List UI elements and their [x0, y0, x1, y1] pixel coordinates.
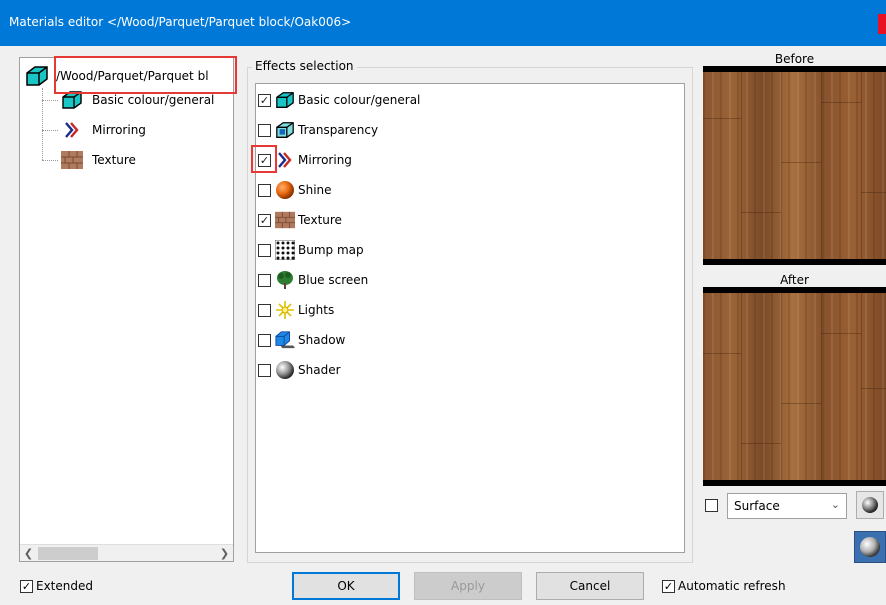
tree-connector — [42, 88, 43, 160]
after-preview — [703, 287, 886, 486]
brick-texture-icon — [275, 210, 295, 230]
effect-label: Shadow — [298, 333, 346, 347]
mirroring-icon — [60, 121, 84, 139]
effect-checkbox[interactable] — [258, 303, 271, 317]
effect-item-shine[interactable]: Shine — [256, 176, 332, 204]
automatic-refresh-option[interactable]: ✓ Automatic refresh — [662, 579, 786, 593]
scroll-left-icon[interactable]: ❮ — [20, 545, 37, 561]
automatic-refresh-label: Automatic refresh — [678, 579, 786, 593]
tree-connector — [42, 160, 58, 161]
cube-icon — [24, 65, 50, 87]
effect-item-bump-map[interactable]: Bump map — [256, 236, 364, 264]
effect-checkbox[interactable] — [258, 273, 271, 287]
highlight-box — [54, 56, 237, 94]
effect-checkbox[interactable] — [258, 123, 271, 137]
render-sphere-button[interactable] — [854, 531, 886, 563]
effect-item-transparency[interactable]: Transparency — [256, 116, 378, 144]
transparency-cube-icon — [275, 120, 295, 140]
orange-sphere-icon — [275, 180, 295, 200]
effect-label: Transparency — [298, 123, 379, 137]
effect-label: Shader — [298, 363, 341, 377]
apply-button[interactable]: Apply — [414, 572, 522, 600]
tree-item-mirroring[interactable]: Mirroring — [60, 118, 146, 142]
window-title: Materials editor </Wood/Parquet/Parquet … — [9, 15, 352, 29]
effect-checkbox[interactable] — [258, 333, 271, 347]
before-preview — [703, 66, 886, 265]
horizontal-scrollbar[interactable]: ❮ ❯ — [20, 544, 233, 561]
chevron-down-icon: ⌄ — [830, 498, 840, 511]
tree-item-label: Texture — [92, 153, 136, 167]
extended-option[interactable]: ✓ Extended — [20, 579, 93, 593]
surface-dropdown[interactable]: Surface ⌄ — [727, 493, 847, 519]
sphere-preview-button[interactable] — [856, 491, 884, 519]
extended-checkbox[interactable]: ✓ — [20, 579, 33, 593]
wood-texture-image — [703, 72, 886, 259]
effect-label: Shine — [298, 183, 332, 197]
effect-label: Texture — [298, 213, 342, 227]
tree-item-texture[interactable]: Texture — [60, 148, 136, 172]
effect-label: Basic colour/general — [298, 93, 421, 107]
tree-item-label: Mirroring — [92, 123, 146, 137]
cancel-button[interactable]: Cancel — [536, 572, 644, 600]
effect-checkbox[interactable] — [258, 363, 271, 377]
wood-texture-image — [703, 293, 886, 480]
tree-connector — [42, 130, 58, 131]
effect-label: Bump map — [298, 243, 364, 257]
sphere-icon — [859, 536, 881, 558]
shadow-cube-icon — [275, 330, 295, 350]
bump-map-grid-icon — [275, 240, 295, 260]
effect-label: Mirroring — [298, 153, 352, 167]
highlight-box — [251, 145, 277, 173]
ok-button[interactable]: OK — [292, 572, 400, 600]
tree-connector — [42, 100, 58, 101]
effect-item-shadow[interactable]: Shadow — [256, 326, 345, 354]
effects-group-label: Effects selection — [252, 59, 357, 73]
effect-label: Lights — [298, 303, 335, 317]
title-bar: Materials editor </Wood/Parquet/Parquet … — [0, 0, 886, 46]
effects-list: ✓ Basic colour/general Transparency ✓ Mi… — [255, 83, 685, 553]
material-tree[interactable]: /Wood/Parquet/Parquet bl Basic colour/ge… — [19, 57, 234, 562]
effect-checkbox[interactable] — [258, 183, 271, 197]
tree-icon — [275, 270, 295, 290]
before-label: Before — [774, 52, 815, 66]
effect-item-shader[interactable]: Shader — [256, 356, 341, 384]
effect-checkbox[interactable]: ✓ — [258, 93, 271, 107]
effect-checkbox[interactable] — [258, 243, 271, 257]
effect-item-texture[interactable]: ✓ Texture — [256, 206, 342, 234]
cube-icon — [275, 90, 295, 110]
brick-texture-icon — [60, 150, 84, 170]
automatic-refresh-checkbox[interactable]: ✓ — [662, 579, 675, 593]
mirroring-icon — [275, 150, 295, 170]
effect-item-lights[interactable]: Lights — [256, 296, 334, 324]
effect-label: Blue screen — [298, 273, 369, 287]
surface-selected-value: Surface — [734, 499, 780, 513]
tree-item-label: Basic colour/general — [92, 93, 215, 107]
after-label: After — [780, 273, 809, 287]
effect-checkbox[interactable]: ✓ — [258, 213, 271, 227]
scroll-thumb[interactable] — [38, 547, 98, 560]
light-burst-icon — [275, 300, 295, 320]
extended-label: Extended — [36, 579, 93, 593]
close-button[interactable] — [878, 14, 886, 34]
grey-sphere-icon — [275, 360, 295, 380]
sphere-icon — [861, 496, 879, 514]
effect-item-blue-screen[interactable]: Blue screen — [256, 266, 368, 294]
effect-item-basic-colour[interactable]: ✓ Basic colour/general — [256, 86, 420, 114]
scroll-right-icon[interactable]: ❯ — [216, 545, 233, 561]
surface-checkbox[interactable] — [705, 499, 718, 512]
